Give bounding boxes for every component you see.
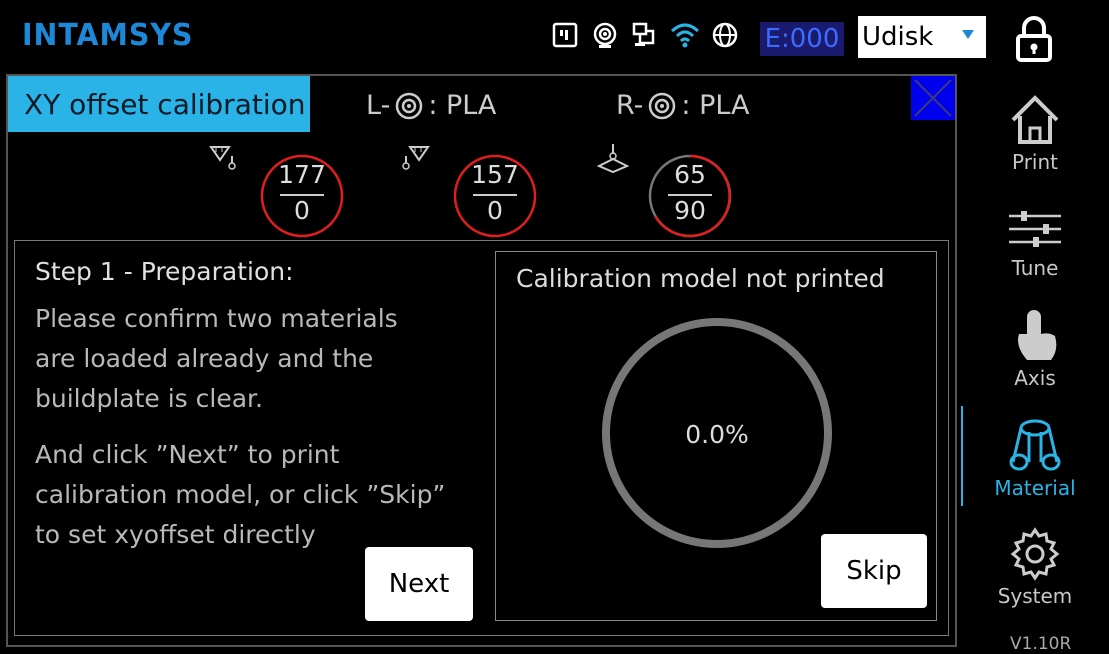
step-content: Step 1 - Preparation: Please confirm two… <box>14 240 949 636</box>
filament-spool-icon <box>1009 419 1061 471</box>
storage-select[interactable]: Udisk <box>858 16 986 58</box>
storage-select-value: Udisk <box>862 22 934 52</box>
instructions-next: And click ”Next” to print calibration mo… <box>35 435 505 555</box>
right-material-prefix: R- <box>616 90 644 121</box>
calibration-model-box: Calibration model not printed 0.0% Skip <box>495 251 937 621</box>
lock-icon[interactable] <box>1012 14 1056 66</box>
chevron-down-icon <box>962 30 974 39</box>
sidebar-item-tune[interactable]: Tune <box>980 204 1090 280</box>
right-nozzle-temp-icon <box>402 146 430 170</box>
right-nozzle-temp-gauge: 157 0 <box>453 154 537 238</box>
wifi-icon <box>670 20 700 50</box>
left-material: L- : PLA <box>366 90 496 121</box>
instruction-line: calibration model, or click ”Skip” <box>35 480 446 509</box>
sidebar-item-label: Tune <box>1011 256 1059 280</box>
sidebar-item-print[interactable]: Print <box>980 92 1090 174</box>
house-icon <box>1011 95 1059 144</box>
extruder-icon <box>649 92 676 119</box>
error-counter: E:000 <box>760 22 844 56</box>
network-icon <box>630 20 660 50</box>
instruction-line: Please confirm two materials <box>35 304 398 333</box>
sidebar-item-axis[interactable]: Axis <box>980 306 1090 390</box>
left-nozzle-temp-icon <box>209 146 236 170</box>
skip-button[interactable]: Skip <box>821 534 927 608</box>
left-nozzle-current-temp: 177 <box>278 160 326 189</box>
right-material: R- : PLA <box>616 90 750 121</box>
right-material-name: : PLA <box>681 90 750 121</box>
brand-logo: INTAMSYS <box>22 18 194 53</box>
calibration-panel: XY offset calibration L- : PLA R- : PLA … <box>6 74 957 647</box>
instructions-prepare: Please confirm two materials are loaded … <box>35 299 505 419</box>
next-button[interactable]: Next <box>365 547 473 621</box>
sd-card-icon <box>550 20 580 50</box>
instruction-line: And click ”Next” to print <box>35 440 340 469</box>
bed-current-temp: 65 <box>674 160 706 189</box>
left-nozzle-temp-gauge: 177 0 <box>260 154 344 238</box>
sliders-icon <box>1009 211 1061 247</box>
left-material-name: : PLA <box>428 90 497 121</box>
panel-title: XY offset calibration <box>8 76 310 132</box>
globe-icon <box>710 20 740 50</box>
close-button[interactable] <box>911 76 955 120</box>
bed-temp-gauge: 65 90 <box>648 154 732 238</box>
active-indicator <box>961 406 963 506</box>
right-nozzle-current-temp: 157 <box>471 160 519 189</box>
sidebar-item-material[interactable]: Material <box>980 418 1090 500</box>
model-status: Calibration model not printed <box>516 264 885 293</box>
sidebar-item-label: Print <box>1011 150 1058 174</box>
right-nozzle-target-temp: 0 <box>487 196 503 225</box>
sidebar-item-system[interactable]: System <box>980 526 1090 608</box>
instruction-line: are loaded already and the <box>35 344 374 373</box>
progress-percent: 0.0% <box>685 420 749 449</box>
sidebar-item-label: Material <box>994 476 1076 500</box>
step-title: Step 1 - Preparation: <box>35 257 294 286</box>
left-nozzle-target-temp: 0 <box>294 196 310 225</box>
sidebar-item-label: Axis <box>1014 366 1056 390</box>
status-icons <box>550 20 740 50</box>
bed-target-temp: 90 <box>674 196 706 225</box>
version-label: V1.10R <box>1010 634 1072 654</box>
hand-pointer-icon <box>1018 310 1057 360</box>
sidebar-item-label: System <box>997 584 1073 608</box>
left-material-prefix: L- <box>366 90 391 121</box>
extruder-icon <box>396 92 423 119</box>
instruction-line: buildplate is clear. <box>35 384 263 413</box>
gear-icon <box>1010 527 1060 581</box>
bed-temp-icon <box>597 144 629 174</box>
camera-icon <box>590 20 620 50</box>
